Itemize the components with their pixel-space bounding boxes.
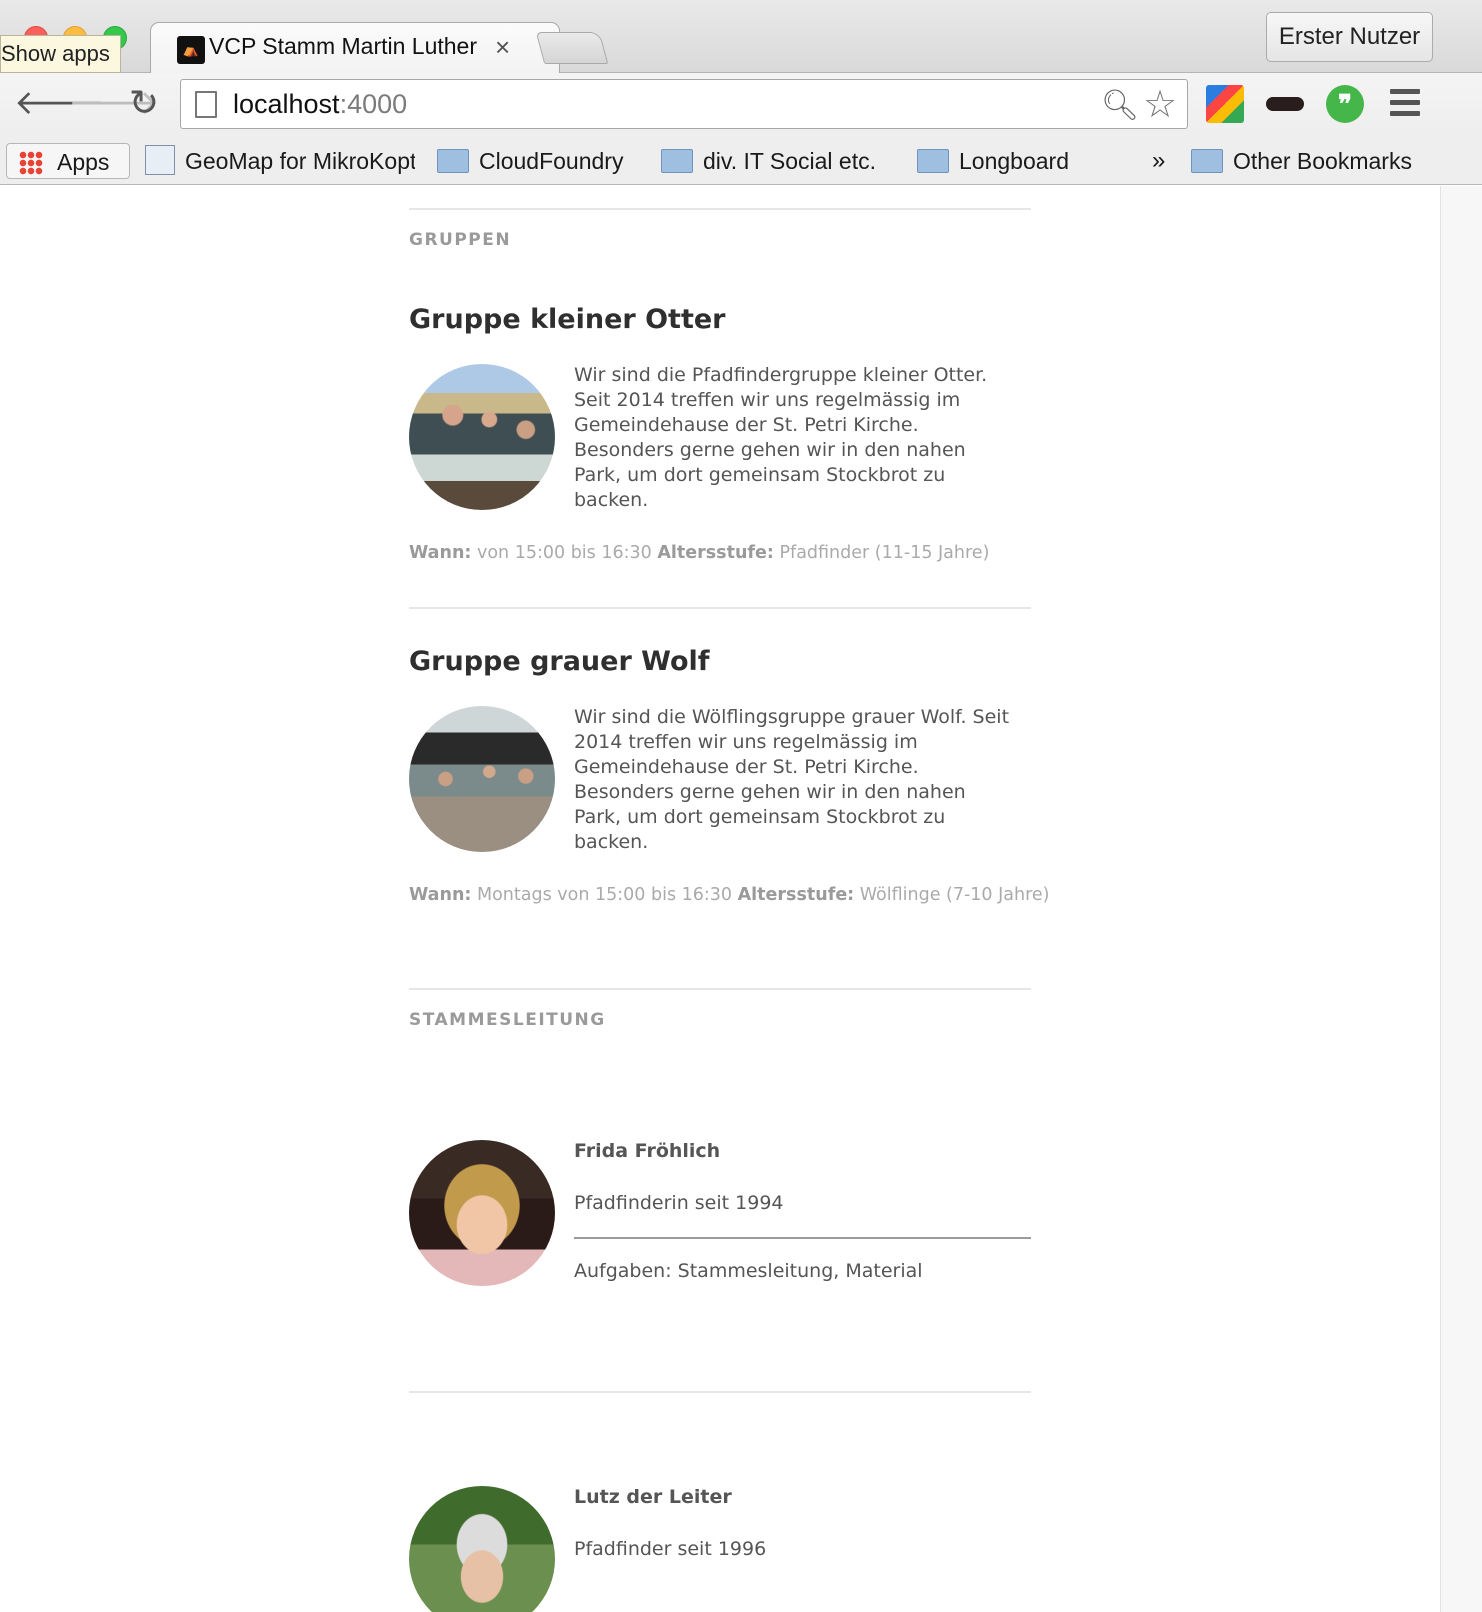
bookmark-star-icon[interactable]: ☆ xyxy=(1143,82,1177,127)
bookmark-folder-cloudfoundry[interactable]: CloudFoundry xyxy=(437,143,623,179)
close-tab-icon[interactable]: × xyxy=(495,32,510,63)
section-label-gruppen: GRUPPEN xyxy=(409,230,512,250)
new-tab-button[interactable] xyxy=(535,32,609,64)
apps-button[interactable]: Apps xyxy=(6,143,130,179)
url-text[interactable]: localhost:4000 xyxy=(233,89,407,120)
window-titlebar: Show apps ⛺ VCP Stamm Martin Luther × Er… xyxy=(0,0,1482,74)
tab-vcp-stamm[interactable]: ⛺ VCP Stamm Martin Luther × xyxy=(150,22,560,74)
group-description: Wir sind die Wölflingsgruppe grauer Wolf… xyxy=(574,706,1010,853)
group-meta: Wann: Montags von 15:00 bis 16:30 Alters… xyxy=(409,885,1050,905)
bookmark-folder-div-it[interactable]: div. IT Social etc. xyxy=(661,143,876,179)
geomap-icon xyxy=(145,145,175,175)
page-scrollbar[interactable] xyxy=(1440,186,1482,1612)
group-description: Wir sind die Pfadfindergruppe kleiner Ot… xyxy=(574,364,988,511)
page-icon xyxy=(195,91,217,118)
browser-toolbar: 🡐 🡒 ↻ localhost:4000 🔍︎ ☆ ❞ xyxy=(0,73,1482,135)
leader-since: Pfadfinder seit 1996 xyxy=(574,1538,767,1560)
leader-avatar xyxy=(409,1140,555,1286)
profile-button[interactable]: Erster Nutzer xyxy=(1266,12,1433,62)
group-photo xyxy=(409,706,555,852)
tab-title: VCP Stamm Martin Luther xyxy=(209,33,478,59)
zoom-icon[interactable]: 🔍︎ xyxy=(1101,88,1139,123)
leader-tasks: Aufgaben: Stammesleitung, Material xyxy=(574,1260,923,1282)
show-apps-tooltip: Show apps xyxy=(0,35,121,73)
group-meta: Wann: von 15:00 bis 16:30 Altersstufe: P… xyxy=(409,543,990,563)
group-photo xyxy=(409,364,555,510)
incognito-mask-icon[interactable] xyxy=(1266,85,1304,123)
group-title: Gruppe kleiner Otter xyxy=(409,304,726,335)
menu-icon[interactable] xyxy=(1390,89,1420,122)
leader-avatar xyxy=(409,1486,555,1612)
web-page: GRUPPEN Gruppe kleiner Otter Wir sind di… xyxy=(0,186,1440,1612)
bookmark-folder-longboard[interactable]: Longboard xyxy=(917,143,1069,179)
reload-icon[interactable]: ↻ xyxy=(124,83,164,123)
forward-arrow-icon[interactable]: 🡒 xyxy=(68,83,159,123)
bookmark-folder-other[interactable]: Other Bookmarks xyxy=(1191,143,1412,179)
folder-icon xyxy=(661,149,693,173)
leader-divider xyxy=(574,1237,1031,1239)
folder-icon xyxy=(917,149,949,173)
tent-logo-icon: ⛺ xyxy=(177,36,205,64)
divider xyxy=(409,1391,1031,1393)
folder-icon xyxy=(1191,149,1223,173)
rocket-extension-icon[interactable] xyxy=(1206,85,1244,123)
bookmarks-overflow-chevron-icon[interactable]: » xyxy=(1152,143,1165,179)
folder-icon xyxy=(437,149,469,173)
bookmarks-bar: Apps GeoMap for MikroKopter CloudFoundry… xyxy=(0,135,1482,185)
divider xyxy=(409,988,1031,990)
divider xyxy=(409,607,1031,609)
apps-grid-icon xyxy=(19,151,43,175)
leader-name: Lutz der Leiter xyxy=(574,1486,732,1508)
back-arrow-icon[interactable]: 🡐 xyxy=(14,83,105,123)
leader-name: Frida Fröhlich xyxy=(574,1140,721,1162)
address-bar[interactable]: localhost:4000 🔍︎ ☆ xyxy=(180,79,1188,129)
leader-since: Pfadfinderin seit 1994 xyxy=(574,1192,784,1214)
divider xyxy=(409,208,1031,210)
bookmark-geomap[interactable]: GeoMap for MikroKopter xyxy=(145,143,415,179)
group-title: Gruppe grauer Wolf xyxy=(409,646,710,677)
hangouts-icon[interactable]: ❞ xyxy=(1326,85,1364,123)
section-label-stammesleitung: STAMMESLEITUNG xyxy=(409,1010,606,1030)
